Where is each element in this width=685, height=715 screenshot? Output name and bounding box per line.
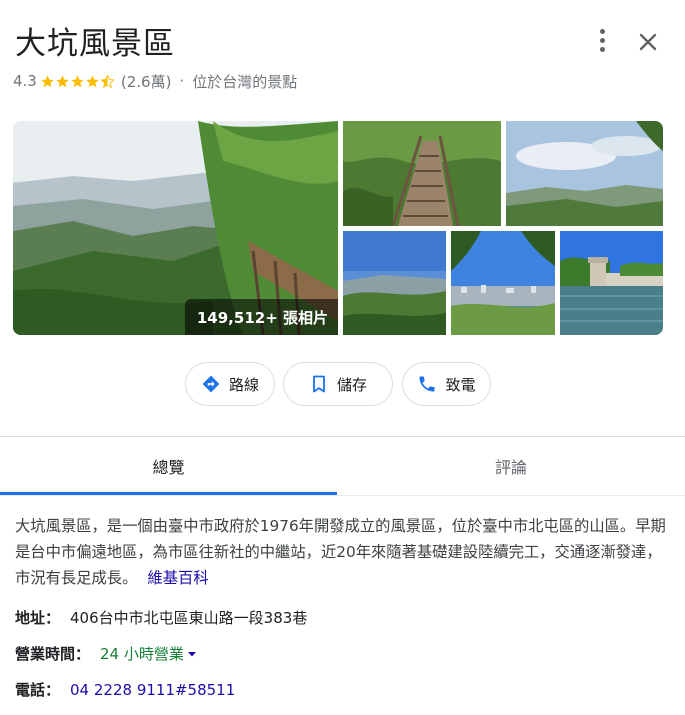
tab-reviews[interactable]: 評論 <box>337 437 685 495</box>
more-dot-icon <box>599 28 605 34</box>
close-icon <box>639 33 657 51</box>
save-label: 儲存 <box>336 375 367 394</box>
star-full-icon <box>41 74 54 87</box>
call-label: 致電 <box>445 375 476 394</box>
more-dot-icon <box>599 37 605 43</box>
save-button[interactable]: 儲存 <box>283 362 393 406</box>
caret-down-icon[interactable] <box>186 648 198 660</box>
hours-value[interactable]: 24 小時營業 <box>100 643 184 664</box>
photo-gallery: 149,512+ 張相片 <box>13 121 663 335</box>
photo-main-trail[interactable]: 149,512+ 張相片 <box>13 121 338 335</box>
address-value: 406台中市北屯區東山路一段383巷 <box>70 609 308 627</box>
phone-icon <box>419 376 435 392</box>
action-buttons: 路線 儲存 致電 <box>0 362 685 406</box>
wikipedia-link[interactable]: 維基百科 <box>147 569 208 587</box>
star-full-icon <box>71 74 84 87</box>
star-half-icon <box>100 73 115 88</box>
place-category: 位於台灣的景點 <box>192 72 298 91</box>
rating-row: 4.3 (2.6萬) · 位於台灣的景點 <box>13 70 297 92</box>
more-dot-icon <box>599 46 605 52</box>
review-count-link[interactable]: (2.6萬) <box>121 71 172 92</box>
directions-icon <box>202 375 220 393</box>
place-title: 大坑風景區 <box>15 26 175 62</box>
star-rating <box>40 73 115 89</box>
call-button[interactable]: 致電 <box>402 362 491 406</box>
phone-number-link[interactable]: 04 2228 9111#58511 <box>70 681 235 699</box>
hours-row: 營業時間： 24 小時營業 <box>15 643 198 664</box>
star-full-icon <box>86 74 99 87</box>
more-options-button[interactable] <box>590 26 614 54</box>
close-button[interactable] <box>632 26 664 58</box>
phone-label: 電話： <box>15 681 61 699</box>
address-label: 地址： <box>15 609 61 627</box>
place-description: 大坑風景區，是一個由臺中市政府於1976年開發成立的風景區，位於臺中市北屯區的山… <box>15 513 675 591</box>
photo-city-view[interactable] <box>451 231 555 335</box>
star-full-icon <box>56 74 69 87</box>
photo-count-badge[interactable]: 149,512+ 張相片 <box>184 299 338 335</box>
tab-bar: 總覽 評論 <box>0 437 685 497</box>
photo-valley-view[interactable] <box>506 121 663 226</box>
phone-row: 電話： 04 2228 9111#58511 <box>15 679 235 700</box>
description-text: 大坑風景區，是一個由臺中市政府於1976年開發成立的風景區，位於臺中市北屯區的山… <box>15 517 666 587</box>
directions-label: 路線 <box>228 375 259 394</box>
photo-lake-castle[interactable] <box>560 231 663 335</box>
photo-stairs[interactable] <box>343 121 501 226</box>
hours-label: 營業時間： <box>15 645 91 663</box>
tab-bar-border <box>0 495 685 496</box>
photo-ridge[interactable] <box>343 231 446 335</box>
rating-value: 4.3 <box>13 72 37 90</box>
separator-dot: · <box>179 72 185 90</box>
address-row: 地址： 406台中市北屯區東山路一段383巷 <box>15 607 307 628</box>
tab-overview[interactable]: 總覽 <box>0 437 337 495</box>
bookmark-icon <box>313 375 325 393</box>
directions-button[interactable]: 路線 <box>185 362 275 406</box>
